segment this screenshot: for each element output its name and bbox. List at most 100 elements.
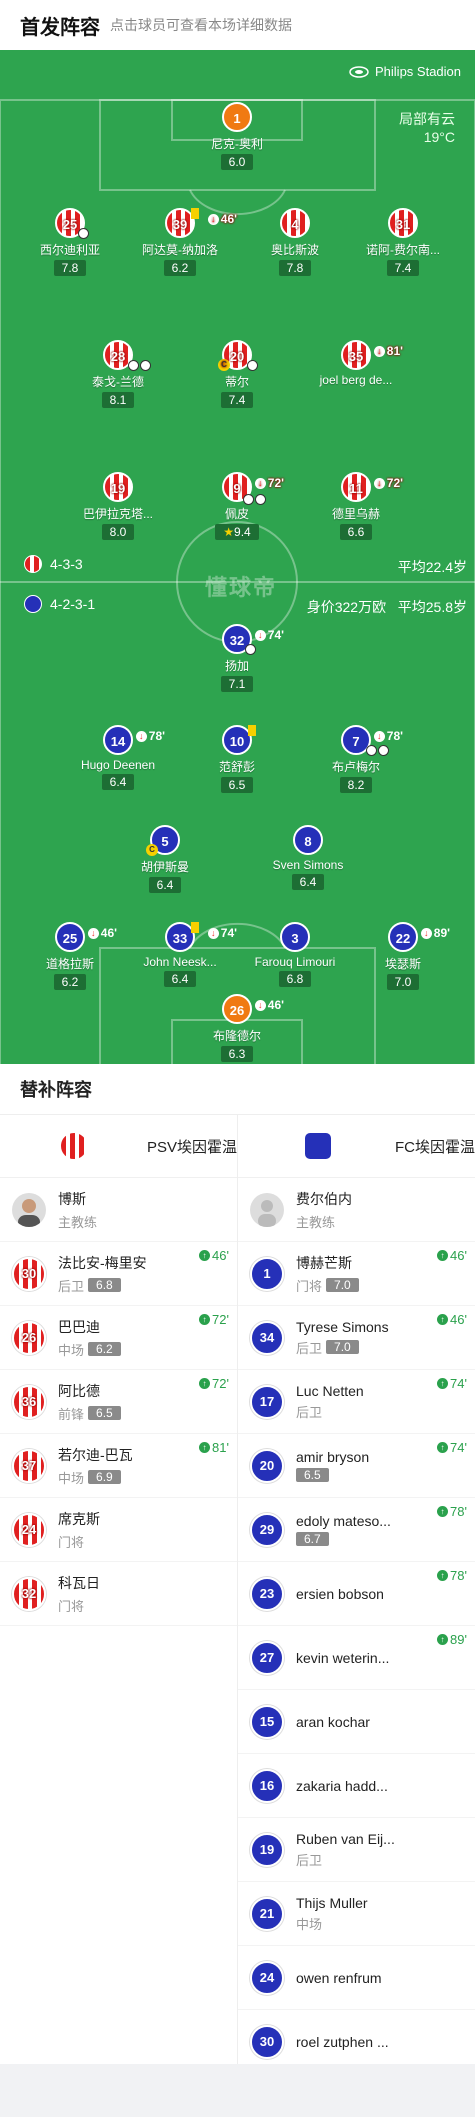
bench-player-row[interactable]: 34 Tyrese Simons 后卫 7.0 ↑ 46' xyxy=(238,1306,475,1370)
jersey: 1 xyxy=(222,102,252,132)
player-name: 布隆德尔 xyxy=(212,1029,261,1043)
jersey: 7 ↓ 78' xyxy=(341,725,403,756)
bench-player-name: amir bryson xyxy=(296,1449,370,1465)
jersey: 39 ↓ 46' xyxy=(165,208,237,238)
home-coach[interactable]: 博斯 主教练 xyxy=(0,1178,237,1242)
jersey: 14 ↓ 78' xyxy=(103,725,165,755)
player-away-dm1[interactable]: 5 C 胡伊斯曼 6.4 xyxy=(105,825,225,894)
player-rating: 6.5 xyxy=(220,777,254,793)
yellow-card-icon xyxy=(191,922,199,933)
bench-player-row[interactable]: 24 owen renfrum xyxy=(238,1946,475,2010)
bench-player-name: ersien bobson xyxy=(296,1585,384,1602)
bench-player-row[interactable]: 37 若尔迪-巴瓦 中场 6.9 ↑ 81' xyxy=(0,1434,237,1498)
bench-player-meta: 中场 6.9 xyxy=(58,1468,133,1487)
player-rating: 6.0 xyxy=(220,154,254,170)
player-away-st[interactable]: 32 ↓ 74' 扬加 7.1 xyxy=(177,624,297,693)
sub-in-icon: ↑ xyxy=(437,1250,449,1261)
bench-player-rating: 6.5 xyxy=(88,1406,121,1420)
weather-text: 局部有云 xyxy=(399,111,455,127)
player-home-rw[interactable]: 11 ↓ 72' 德里乌赫 6.6 xyxy=(296,472,416,541)
player-name: Hugo Deenen xyxy=(80,758,156,772)
player-name: 扬加 xyxy=(224,659,249,673)
player-name: 诺阿-费尔南... xyxy=(366,243,440,257)
jersey: 10 xyxy=(222,725,256,755)
player-home-lw[interactable]: 19 巴伊拉克塔... 8.0 xyxy=(58,472,178,541)
player-away-cb2[interactable]: 3 Farouq Limouri 6.8 xyxy=(235,922,355,988)
sub-out-icon: ↓ xyxy=(254,629,266,641)
sub-in-badge: ↑ 46' xyxy=(437,1312,467,1327)
player-rating: 6.4 xyxy=(291,874,325,890)
watermark: 懂球帝 xyxy=(205,575,278,600)
player-home-st[interactable]: 9 ↓ 72' 佩皮 ★9.4 xyxy=(177,472,297,541)
bench-player-row[interactable]: 29 edoly mateso... 6.7 ↑ 78' xyxy=(238,1498,475,1562)
player-away-gk[interactable]: 26 ↓ 46' 布隆德尔 6.3 xyxy=(177,994,297,1063)
bench-player-position: 中场 xyxy=(58,1342,85,1358)
jersey: 5 C xyxy=(146,825,180,856)
player-rating: 6.2 xyxy=(163,260,197,276)
player-name: joel berg de... xyxy=(319,373,393,387)
sub-in-badge: ↑ 46' xyxy=(437,1248,467,1263)
temperature: 19°C xyxy=(423,129,455,145)
bench-player-row[interactable]: 32 科瓦日 门将 xyxy=(0,1562,237,1626)
player-away-dm2[interactable]: 8 Sven Simons 6.4 xyxy=(248,825,368,891)
bench-player-row[interactable]: 30 法比安-梅里安 后卫 6.8 ↑ 46' xyxy=(0,1242,237,1306)
player-home-gk[interactable]: 1 尼克-奥利 6.0 xyxy=(177,102,297,171)
jersey: 17 xyxy=(250,1384,284,1419)
player-home-cb2[interactable]: 4 奥比斯波 7.8 xyxy=(235,208,355,277)
bench-player-meta: 后卫 7.0 xyxy=(296,1338,389,1357)
player-away-ram[interactable]: 7 ↓ 78' 布卢梅尔 8.2 xyxy=(296,725,416,794)
player-rating: 6.8 xyxy=(278,971,312,987)
bench-player-meta: 门将 7.0 xyxy=(296,1276,359,1295)
jersey: 19 xyxy=(250,1832,284,1867)
bench-player-row[interactable]: 20 amir bryson 6.5 ↑ 74' xyxy=(238,1434,475,1498)
bench-player-row[interactable]: 26 巴巴迪 中场 6.2 ↑ 72' xyxy=(0,1306,237,1370)
coach-avatar xyxy=(12,1192,46,1227)
bench-player-row[interactable]: 15 aran kochar xyxy=(238,1690,475,1754)
jersey: 35 ↓ 81' xyxy=(341,340,403,370)
home-formation-text: 4-3-3 xyxy=(50,556,83,572)
bench-player-name: 阿比德 xyxy=(58,1382,100,1399)
ball-icon xyxy=(140,360,151,371)
bench-player-meta: 后卫 6.8 xyxy=(58,1276,147,1295)
ball-icon xyxy=(366,745,377,756)
bench-player-name: edoly mateso... xyxy=(296,1513,391,1529)
bench-player-row[interactable]: 21 Thijs Muller 中场 xyxy=(238,1882,475,1946)
bench-player-row[interactable]: 36 阿比德 前锋 6.5 ↑ 72' xyxy=(0,1370,237,1434)
sub-out-badge: ↓ 89' xyxy=(420,918,450,948)
bench-player-name: 法比安-梅里安 xyxy=(58,1254,147,1271)
bench-player-row[interactable]: 19 Ruben van Eij... 后卫 xyxy=(238,1818,475,1882)
player-home-cb1[interactable]: 39 ↓ 46' 阿达莫-纳加洛 6.2 xyxy=(120,208,240,277)
away-avg-age: 平均25.8岁 xyxy=(397,599,467,615)
player-home-cm2[interactable]: 20 C 蒂尔 7.4 xyxy=(177,340,297,409)
bench-player-name: 博赫芒斯 xyxy=(296,1254,352,1271)
ball-icon xyxy=(378,745,389,756)
sub-in-minute: 74' xyxy=(450,1440,467,1455)
sub-out-icon: ↓ xyxy=(254,999,266,1011)
player-away-lb[interactable]: 25 ↓ 46' 道格拉斯 6.2 xyxy=(10,922,130,991)
bench-player-row[interactable]: 24 席克斯 门将 xyxy=(0,1498,237,1562)
bench-player-row[interactable]: 27 kevin weterin... ↑ 89' xyxy=(238,1626,475,1690)
player-home-rb[interactable]: 31 诺阿-费尔南... 7.4 xyxy=(343,208,463,277)
player-away-rb[interactable]: 22 ↓ 89' 埃瑟斯 7.0 xyxy=(343,922,463,991)
sub-in-minute: 78' xyxy=(450,1568,467,1583)
bench-player-row[interactable]: 17 Luc Netten 后卫 ↑ 74' xyxy=(238,1370,475,1434)
player-away-cb1[interactable]: 33 ↓ 74' John Neesk... 6.4 xyxy=(120,922,240,988)
player-home-lb[interactable]: 25 西尔迪利亚 7.8 xyxy=(10,208,130,277)
bench-player-row[interactable]: 1 博赫芒斯 门将 7.0 ↑ 46' xyxy=(238,1242,475,1306)
player-name: Sven Simons xyxy=(272,858,344,872)
bench-player-row[interactable]: 16 zakaria hadd... xyxy=(238,1754,475,1818)
captain-icon: C xyxy=(218,359,230,371)
player-home-cm3[interactable]: 35 ↓ 81' joel berg de... xyxy=(296,340,416,387)
sub-in-badge: ↑ 46' xyxy=(199,1248,229,1263)
player-home-cm1[interactable]: 28 泰戈-兰德 8.1 xyxy=(58,340,178,409)
player-away-cam[interactable]: 10 范舒彭 6.5 xyxy=(177,725,297,794)
ball-icon xyxy=(243,494,254,505)
jersey: 28 xyxy=(103,340,151,371)
sub-in-icon: ↑ xyxy=(199,1250,211,1261)
player-away-lam[interactable]: 14 ↓ 78' Hugo Deenen 6.4 xyxy=(58,725,178,791)
player-name: 布卢梅尔 xyxy=(331,760,380,774)
away-coach[interactable]: 费尔伯内 主教练 xyxy=(238,1178,475,1242)
bench-player-name: owen renfrum xyxy=(296,1969,382,1986)
bench-player-rating: 6.9 xyxy=(88,1470,121,1484)
bench-player-row[interactable]: 23 ersien bobson ↑ 78' xyxy=(238,1562,475,1626)
